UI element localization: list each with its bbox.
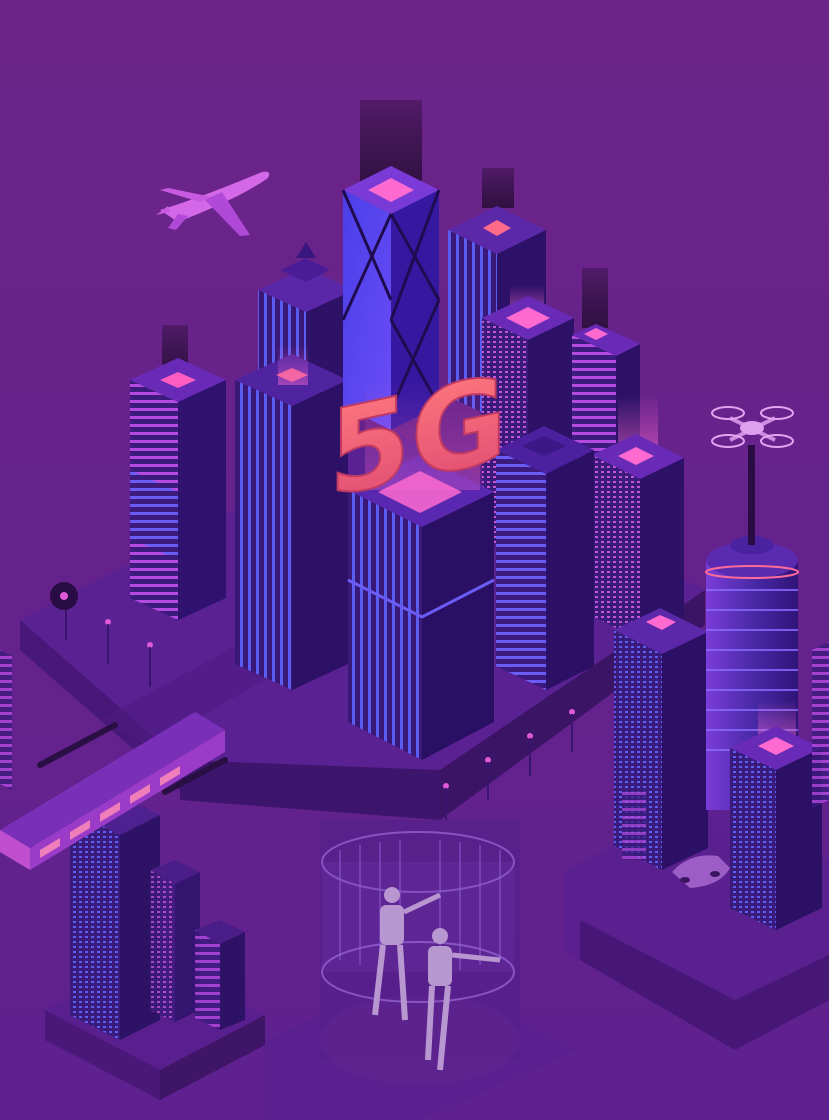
left-edge-building — [0, 650, 12, 790]
isometric-5g-city-illustration: 5G — [0, 0, 829, 1120]
building-front-right-dotted — [614, 608, 708, 870]
building-striped-blue — [496, 426, 594, 690]
